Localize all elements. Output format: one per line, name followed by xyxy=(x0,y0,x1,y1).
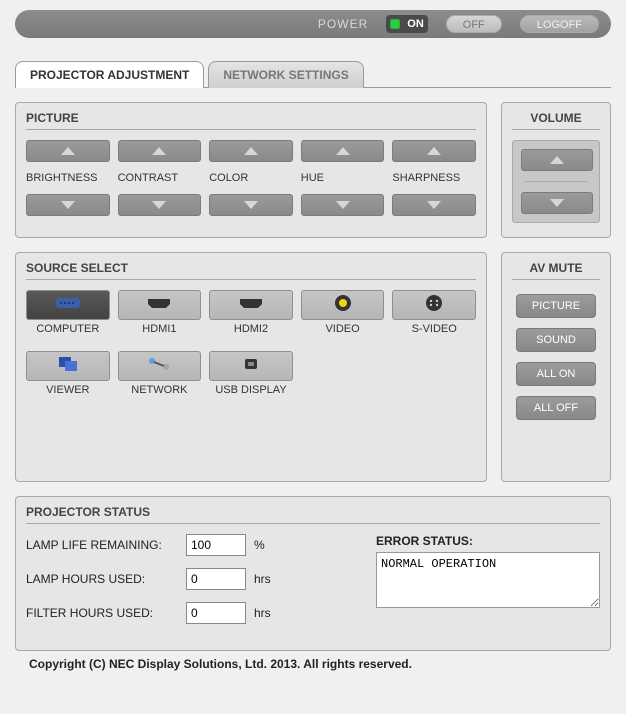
source-network-label: NETWORK xyxy=(118,384,202,396)
copyright: Copyright (C) NEC Display Solutions, Ltd… xyxy=(29,657,611,671)
power-off-button[interactable]: OFF xyxy=(446,15,502,33)
triangle-up-icon xyxy=(152,147,166,155)
sharpness-label: SHARPNESS xyxy=(392,172,476,184)
source-select-title: SOURCE SELECT xyxy=(26,261,476,280)
lamp-hours-label: LAMP HOURS USED: xyxy=(26,572,186,586)
network-icon xyxy=(146,356,172,377)
lamp-life-value[interactable] xyxy=(186,534,246,556)
source-computer-button[interactable] xyxy=(26,290,110,320)
brightness-label: BRIGHTNESS xyxy=(26,172,110,184)
tab-projector-adjustment[interactable]: PROJECTOR ADJUSTMENT xyxy=(15,61,204,88)
source-viewer-label: VIEWER xyxy=(26,384,110,396)
source-hdmi2-label: HDMI2 xyxy=(209,323,293,335)
source-video-label: VIDEO xyxy=(301,323,385,335)
filter-hours-label: FILTER HOURS USED: xyxy=(26,606,186,620)
source-computer-label: COMPUTER xyxy=(26,323,110,335)
error-status-box[interactable] xyxy=(376,552,600,608)
computer-icon xyxy=(54,296,82,315)
triangle-up-icon xyxy=(336,147,350,155)
avmute-sound-button[interactable]: SOUND xyxy=(516,328,596,352)
usb-display-icon xyxy=(241,356,261,377)
power-label: POWER xyxy=(318,17,368,31)
picture-panel: PICTURE BRIGHTNESS CONTRAST COLOR HUE SHARPN… xyxy=(15,102,487,238)
projector-status-title: PROJECTOR STATUS xyxy=(26,505,600,524)
triangle-down-icon xyxy=(152,201,166,209)
tabs: PROJECTOR ADJUSTMENT NETWORK SETTINGS xyxy=(15,60,611,88)
hue-up-button[interactable] xyxy=(301,140,385,162)
av-mute-panel: AV MUTE PICTURE SOUND ALL ON ALL OFF xyxy=(501,252,611,482)
triangle-down-icon xyxy=(61,201,75,209)
avmute-picture-button[interactable]: PICTURE xyxy=(516,294,596,318)
filter-hours-value[interactable] xyxy=(186,602,246,624)
triangle-down-icon xyxy=(336,201,350,209)
color-label: COLOR xyxy=(209,172,293,184)
source-s-video-label: S-VIDEO xyxy=(392,323,476,335)
volume-separator xyxy=(525,181,587,182)
triangle-down-icon xyxy=(550,199,564,207)
av-mute-title: AV MUTE xyxy=(512,261,600,280)
hdmi1-icon xyxy=(146,296,172,315)
contrast-up-button[interactable] xyxy=(118,140,202,162)
projector-status-panel: PROJECTOR STATUS LAMP LIFE REMAINING: % … xyxy=(15,496,611,651)
lamp-life-label: LAMP LIFE REMAINING: xyxy=(26,538,186,552)
hue-down-button[interactable] xyxy=(301,194,385,216)
power-led-icon xyxy=(390,19,400,29)
lamp-hours-unit: hrs xyxy=(254,572,271,586)
brightness-up-button[interactable] xyxy=(26,140,110,162)
source-hdmi2-button[interactable] xyxy=(209,290,293,320)
source-hdmi1-label: HDMI1 xyxy=(118,323,202,335)
viewer-icon xyxy=(56,355,80,378)
source-usb-display-label: USB DISPLAY xyxy=(209,384,293,396)
volume-title: VOLUME xyxy=(512,111,600,130)
hdmi2-icon xyxy=(238,296,264,315)
contrast-label: CONTRAST xyxy=(118,172,202,184)
color-down-button[interactable] xyxy=(209,194,293,216)
power-on-label: ON xyxy=(407,18,424,30)
hue-label: HUE xyxy=(301,172,385,184)
brightness-down-button[interactable] xyxy=(26,194,110,216)
source-video-button[interactable] xyxy=(301,290,385,320)
volume-up-button[interactable] xyxy=(521,149,593,171)
sharpness-up-button[interactable] xyxy=(392,140,476,162)
tab-network-settings[interactable]: NETWORK SETTINGS xyxy=(208,61,363,88)
source-select-panel: SOURCE SELECT COMPUTER HDMI1 HDMI2 VIDEO S-V… xyxy=(15,252,487,482)
triangle-down-icon xyxy=(427,201,441,209)
color-up-button[interactable] xyxy=(209,140,293,162)
filter-hours-unit: hrs xyxy=(254,606,271,620)
video-icon xyxy=(334,294,352,317)
source-viewer-button[interactable] xyxy=(26,351,110,381)
lamp-hours-value[interactable] xyxy=(186,568,246,590)
s-video-icon xyxy=(425,294,443,317)
contrast-down-button[interactable] xyxy=(118,194,202,216)
triangle-up-icon xyxy=(427,147,441,155)
lamp-life-unit: % xyxy=(254,538,265,552)
source-usb-display-button[interactable] xyxy=(209,351,293,381)
triangle-up-icon xyxy=(550,156,564,164)
triangle-down-icon xyxy=(244,201,258,209)
error-status-label: ERROR STATUS: xyxy=(376,534,600,548)
source-hdmi1-button[interactable] xyxy=(118,290,202,320)
triangle-up-icon xyxy=(244,147,258,155)
triangle-up-icon xyxy=(61,147,75,155)
picture-title: PICTURE xyxy=(26,111,476,130)
logoff-button[interactable]: LOGOFF xyxy=(520,15,599,33)
source-s-video-button[interactable] xyxy=(392,290,476,320)
topbar: POWER ON OFF LOGOFF xyxy=(15,10,611,38)
source-network-button[interactable] xyxy=(118,351,202,381)
volume-down-button[interactable] xyxy=(521,192,593,214)
volume-panel: VOLUME xyxy=(501,102,611,238)
power-on-toggle[interactable]: ON xyxy=(386,15,428,33)
avmute-all-off-button[interactable]: ALL OFF xyxy=(516,396,596,420)
avmute-all-on-button[interactable]: ALL ON xyxy=(516,362,596,386)
sharpness-down-button[interactable] xyxy=(392,194,476,216)
